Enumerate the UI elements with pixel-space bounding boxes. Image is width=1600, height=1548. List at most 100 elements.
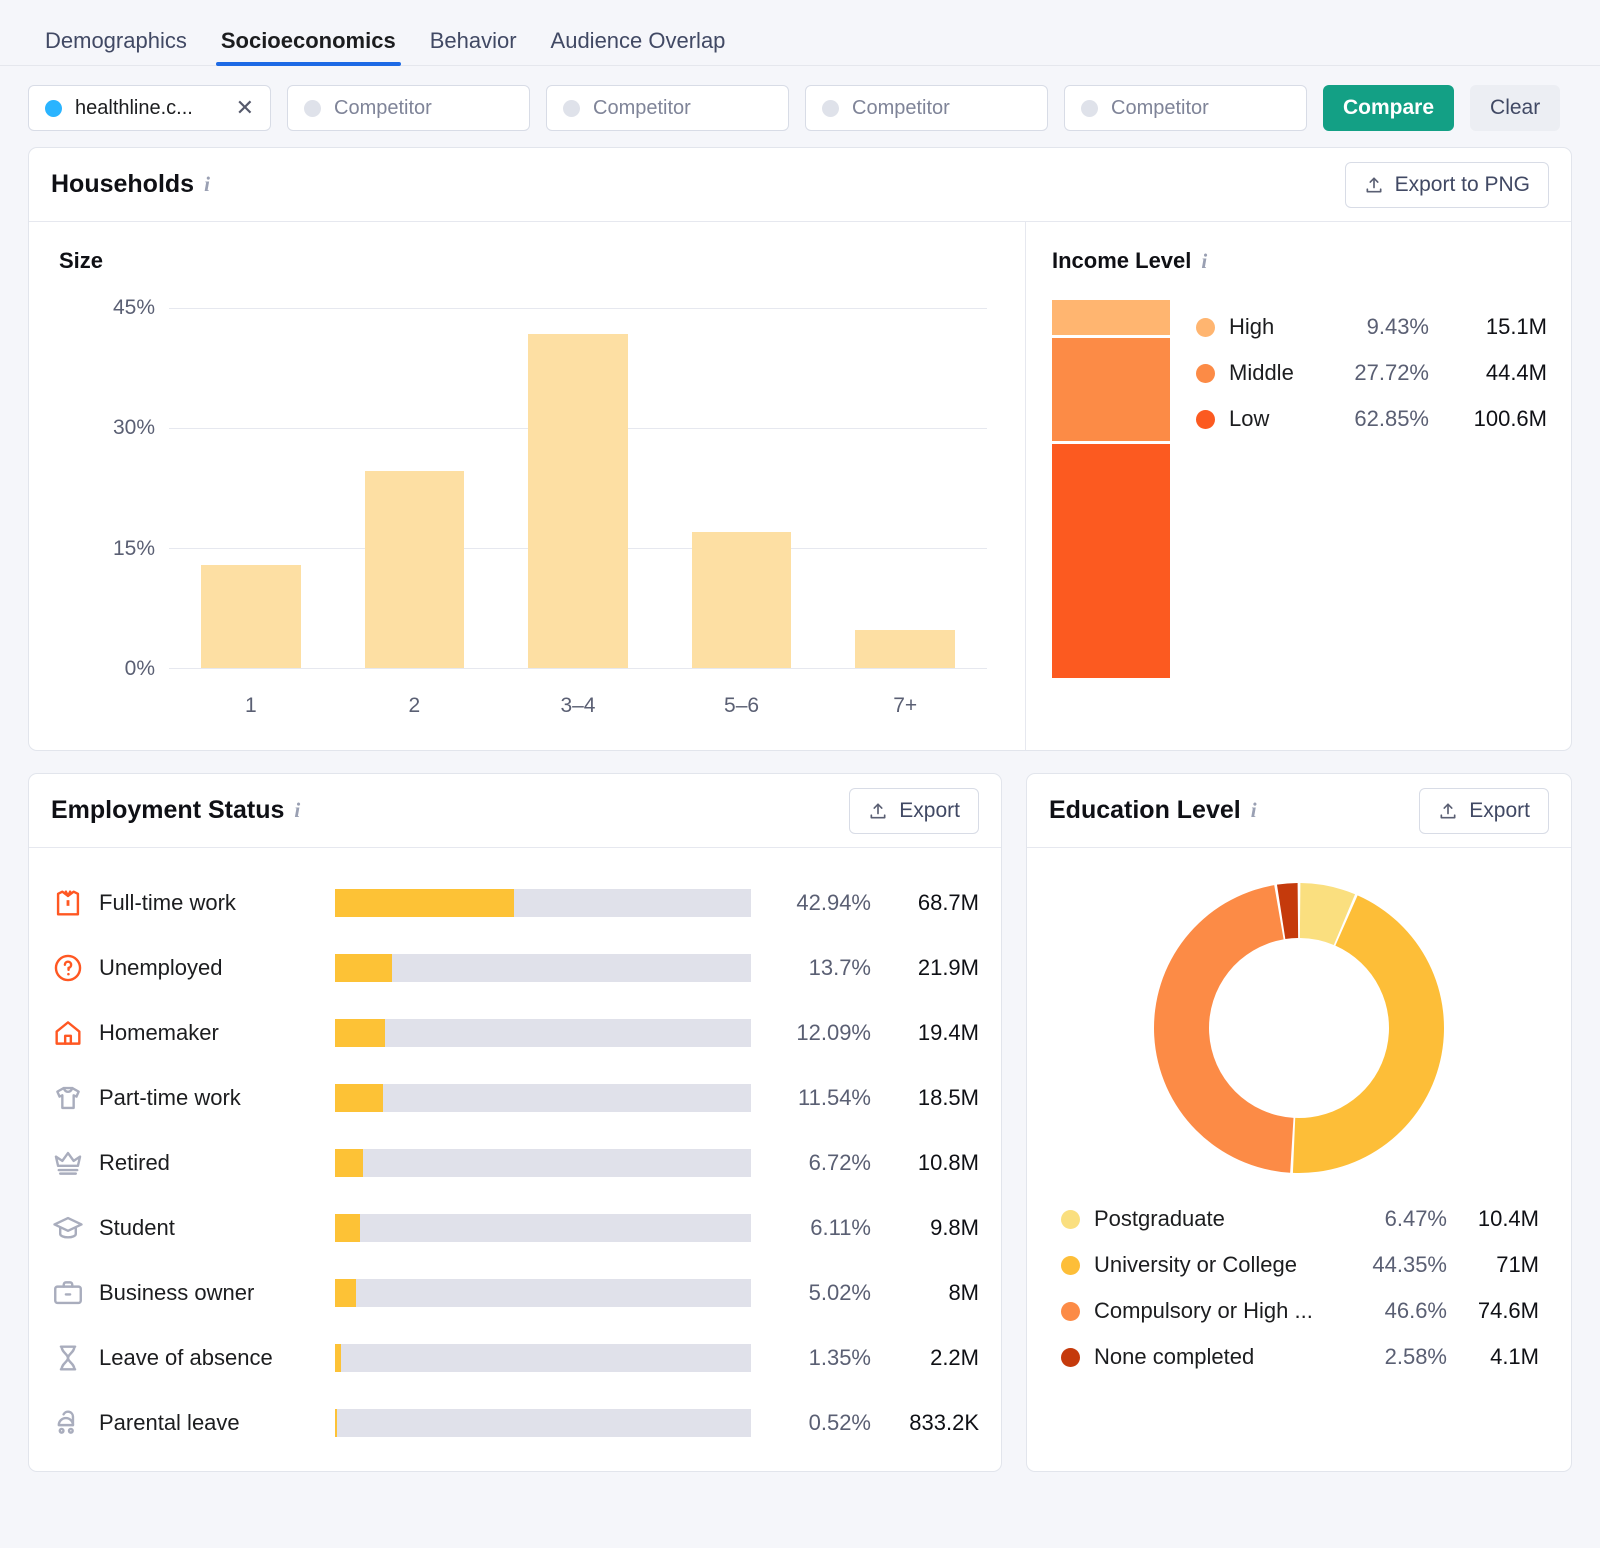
bar-column[interactable] <box>169 308 333 668</box>
employment-status-row[interactable]: Unemployed13.7%21.9M <box>51 935 979 1000</box>
bar[interactable] <box>528 334 628 668</box>
competitor-input-4[interactable]: Competitor <box>1064 85 1307 131</box>
income-level-content: High9.43%15.1MMiddle27.72%44.4MLow62.85%… <box>1052 300 1547 678</box>
crown-icon <box>51 1146 85 1180</box>
briefcase-icon <box>51 1276 85 1310</box>
employment-percent: 1.35% <box>751 1345 871 1371</box>
income-segment[interactable] <box>1052 338 1170 441</box>
bar[interactable] <box>201 565 301 668</box>
employment-export-button[interactable]: Export <box>849 788 979 834</box>
info-icon[interactable]: i <box>204 172 210 197</box>
competitor-color-dot <box>304 100 321 117</box>
income-legend-row[interactable]: High9.43%15.1M <box>1196 304 1547 350</box>
bar-column[interactable] <box>496 308 660 668</box>
employment-progress-fill <box>335 954 392 982</box>
donut-svg: Postgraduate: 6.47%University or College… <box>1149 878 1449 1178</box>
donut-slice[interactable]: Compulsory or High ...: 46.6% <box>1154 885 1294 1173</box>
bar-series <box>169 308 987 668</box>
x-axis-tick: 2 <box>333 694 497 718</box>
bar[interactable] <box>855 630 955 668</box>
employment-progress-fill <box>335 1279 356 1307</box>
income-legend-row[interactable]: Low62.85%100.6M <box>1196 396 1547 442</box>
tab-audience-overlap[interactable]: Audience Overlap <box>534 30 743 65</box>
income-segment[interactable] <box>1052 444 1170 678</box>
education-legend-row[interactable]: University or College44.35%71M <box>1061 1242 1539 1288</box>
employment-status-row[interactable]: Homemaker12.09%19.4M <box>51 1000 979 1065</box>
stroller-icon <box>51 1406 85 1440</box>
competitor-input-2[interactable]: Competitor <box>546 85 789 131</box>
employment-status-row[interactable]: Business owner5.02%8M <box>51 1260 979 1325</box>
income-legend-percent: 9.43% <box>1311 314 1429 340</box>
graduation-cap-icon <box>51 1211 85 1245</box>
bar[interactable] <box>365 471 465 668</box>
education-legend-percent: 2.58% <box>1339 1344 1447 1370</box>
employment-progress-track <box>335 1149 751 1177</box>
employment-progress-fill <box>335 1344 341 1372</box>
legend-color-dot <box>1061 1348 1080 1367</box>
employment-progress-fill <box>335 1149 363 1177</box>
education-legend-row[interactable]: Postgraduate6.47%10.4M <box>1061 1196 1539 1242</box>
education-legend-row[interactable]: Compulsory or High ...46.6%74.6M <box>1061 1288 1539 1334</box>
employment-status-row[interactable]: Parental leave0.52%833.2K <box>51 1390 979 1455</box>
bar-column[interactable] <box>333 308 497 668</box>
employment-status-row[interactable]: Leave of absence1.35%2.2M <box>51 1325 979 1390</box>
info-icon[interactable]: i <box>294 798 300 823</box>
education-legend-label: None completed <box>1094 1344 1254 1370</box>
selected-domain-chip[interactable]: healthline.c... ✕ <box>28 85 271 131</box>
competitor-input-3[interactable]: Competitor <box>805 85 1048 131</box>
education-legend-row[interactable]: None completed2.58%4.1M <box>1061 1334 1539 1380</box>
clear-button[interactable]: Clear <box>1470 85 1560 131</box>
education-level-body: Postgraduate: 6.47%University or College… <box>1027 848 1571 1402</box>
upload-icon <box>1438 801 1458 821</box>
education-legend-percent: 44.35% <box>1339 1252 1447 1278</box>
employment-percent: 0.52% <box>751 1410 871 1436</box>
employment-export-label: Export <box>899 799 960 823</box>
employment-status-row[interactable]: Retired6.72%10.8M <box>51 1130 979 1195</box>
compare-button[interactable]: Compare <box>1323 85 1454 131</box>
competitor-input-1[interactable]: Competitor <box>287 85 530 131</box>
income-legend-row[interactable]: Middle27.72%44.4M <box>1196 350 1547 396</box>
export-to-png-button[interactable]: Export to PNG <box>1345 162 1549 208</box>
legend-color-dot <box>1061 1256 1080 1275</box>
income-segment[interactable] <box>1052 300 1170 335</box>
education-export-button[interactable]: Export <box>1419 788 1549 834</box>
employment-value: 18.5M <box>871 1085 979 1111</box>
employment-status-card: Employment Status i Export Full-time wor… <box>28 773 1002 1472</box>
employment-status-list: Full-time work42.94%68.7MUnemployed13.7%… <box>29 848 1001 1471</box>
employment-status-row[interactable]: Part-time work11.54%18.5M <box>51 1065 979 1130</box>
households-body: Size 45%30%15%0% 123–45–67+ Income Level… <box>29 222 1571 750</box>
export-to-png-label: Export to PNG <box>1395 173 1530 197</box>
bar-column[interactable] <box>660 308 824 668</box>
bar[interactable] <box>692 532 792 668</box>
info-icon[interactable]: i <box>1251 798 1257 823</box>
bar-column[interactable] <box>823 308 987 668</box>
y-axis-tick: 45% <box>113 296 155 320</box>
employment-progress-fill <box>335 1019 385 1047</box>
education-legend-percent: 46.6% <box>1339 1298 1447 1324</box>
remove-domain-icon[interactable]: ✕ <box>236 97 254 119</box>
employment-progress-track <box>335 1344 751 1372</box>
employment-percent: 6.11% <box>751 1215 871 1241</box>
education-legend-label: Postgraduate <box>1094 1206 1225 1232</box>
competitor-color-dot <box>1081 100 1098 117</box>
education-legend: Postgraduate6.47%10.4M University or Coll… <box>1051 1192 1547 1384</box>
tab-demographics[interactable]: Demographics <box>28 30 204 65</box>
home-icon <box>51 1016 85 1050</box>
legend-color-dot <box>1196 318 1215 337</box>
employment-value: 10.8M <box>871 1150 979 1176</box>
tab-behavior[interactable]: Behavior <box>413 30 534 65</box>
households-card: Households i Export to PNG Size 45%30%15… <box>28 147 1572 751</box>
info-icon[interactable]: i <box>1201 249 1207 274</box>
competitor-placeholder-2: Competitor <box>593 97 772 120</box>
employment-status-row[interactable]: Full-time work42.94%68.7M <box>51 870 979 935</box>
y-axis-tick: 15% <box>113 537 155 561</box>
education-legend-label: University or College <box>1094 1252 1297 1278</box>
employment-percent: 12.09% <box>751 1020 871 1046</box>
employment-status-row[interactable]: Student6.11%9.8M <box>51 1195 979 1260</box>
employment-status-label: Unemployed <box>99 955 335 981</box>
employment-value: 8M <box>871 1280 979 1306</box>
employment-status-label: Full-time work <box>99 890 335 916</box>
tab-socioeconomics[interactable]: Socioeconomics <box>204 30 413 65</box>
household-size-panel: Size 45%30%15%0% 123–45–67+ <box>29 222 1025 750</box>
gridline: 0% <box>169 668 987 669</box>
